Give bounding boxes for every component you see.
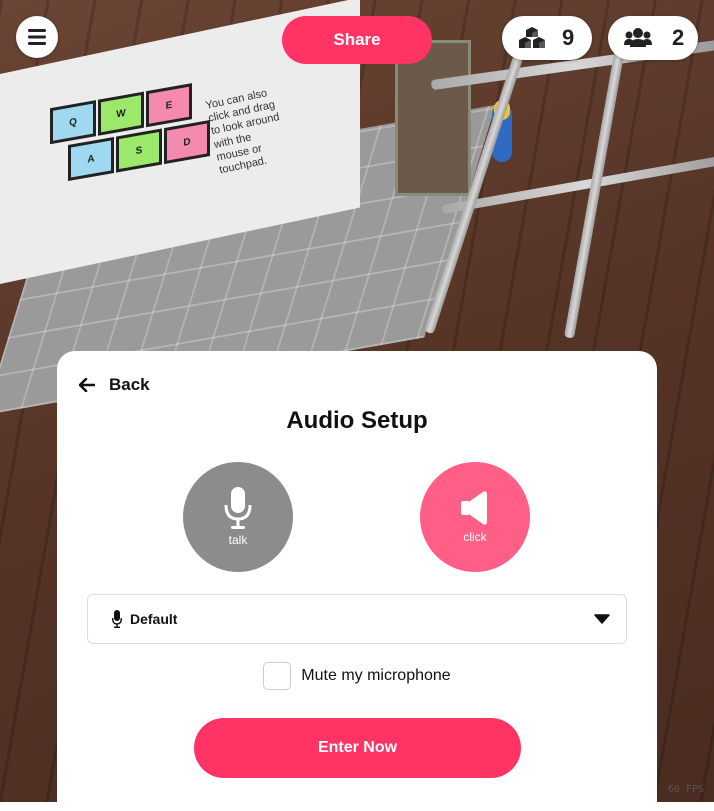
microphone-select[interactable]: Default (87, 594, 627, 644)
panel-title: Audio Setup (286, 407, 428, 434)
click-button[interactable]: click (420, 462, 530, 572)
arrow-left-icon (79, 378, 95, 392)
speaker-icon (461, 491, 487, 525)
enter-now-button[interactable]: Enter Now (194, 718, 521, 778)
hamburger-icon (28, 29, 46, 45)
mute-label[interactable]: Mute my microphone (301, 667, 450, 685)
mute-row: Mute my microphone (57, 662, 657, 690)
key-w-letter: W (116, 107, 126, 121)
talk-label: talk (228, 533, 248, 547)
microphone-icon (224, 487, 252, 529)
key-s-letter: S (135, 144, 143, 157)
back-label: Back (109, 375, 150, 394)
key-e: E (146, 83, 192, 128)
microphone-icon (112, 610, 122, 628)
key-d-letter: D (183, 135, 191, 149)
menu-button[interactable] (16, 16, 58, 58)
key-q-letter: Q (69, 115, 77, 129)
key-q: Q (50, 100, 96, 145)
users-icon (624, 28, 652, 47)
mute-checkbox[interactable] (263, 662, 292, 690)
fps-counter: 60 FPS (668, 784, 705, 795)
objects-counter[interactable]: 9 (502, 16, 592, 60)
talk-button[interactable]: talk (183, 462, 293, 572)
key-a-letter: A (87, 152, 95, 166)
audio-setup-panel: Back Audio Setup talk click Default Mute… (57, 351, 657, 811)
click-label: click (463, 530, 487, 544)
people-counter[interactable]: 2 (608, 16, 698, 60)
key-s: S (116, 128, 162, 173)
key-e-letter: E (165, 99, 173, 112)
back-button[interactable]: Back (79, 375, 150, 395)
share-button[interactable]: Share (282, 16, 432, 64)
key-a: A (68, 136, 114, 182)
cubes-icon (519, 27, 545, 48)
key-w: W (98, 91, 144, 136)
people-count: 2 (672, 25, 685, 50)
caret-down-icon (594, 614, 610, 624)
microphone-select-value: Default (130, 611, 178, 627)
objects-count: 9 (562, 25, 575, 50)
